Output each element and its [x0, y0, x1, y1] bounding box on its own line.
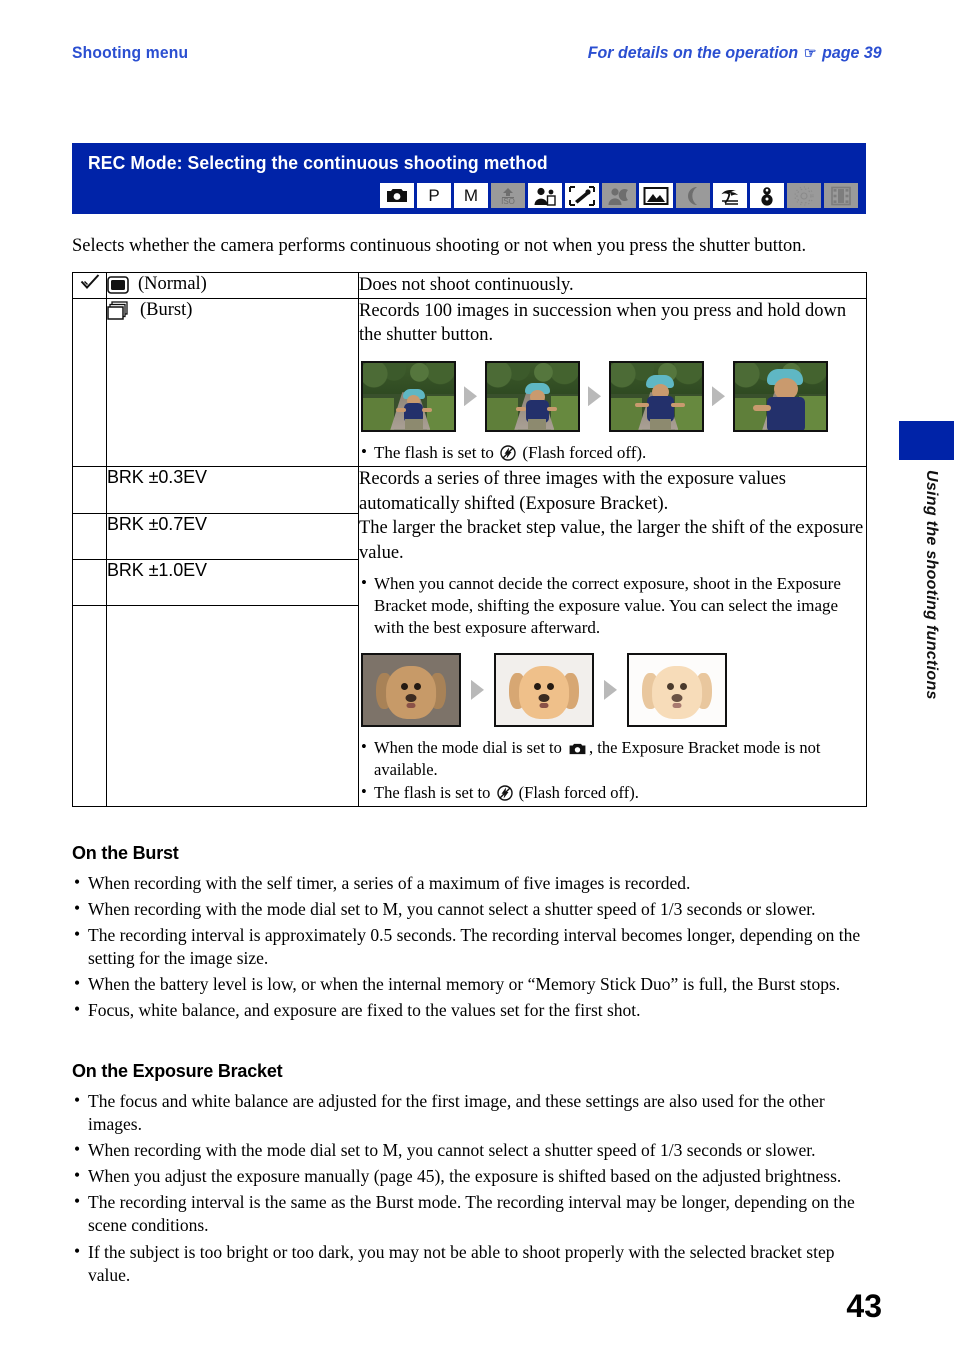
bracket-desc-line-1: Records a series of three images with th… — [359, 469, 786, 514]
program-p-label: P — [428, 186, 440, 205]
running-head-left: Shooting menu — [72, 43, 189, 62]
twilight-icon — [676, 183, 710, 208]
check-cell-empty-filler — [72, 605, 107, 808]
on-the-exposure-bracket-heading: On the Exposure Bracket — [72, 1061, 283, 1081]
section-banner: REC Mode: Selecting the continuous shoot… — [72, 143, 866, 214]
photo-dog-overexposed — [627, 652, 727, 727]
burst-flash-note: The flash is set to (Flash forced off). — [359, 441, 866, 464]
list-item: When recording with the self timer, a se… — [72, 871, 872, 895]
table-row: (Burst) Records 100 images in succession… — [72, 297, 867, 468]
arrow-icon — [588, 386, 601, 407]
check-cell-empty-brk07 — [72, 512, 107, 560]
on-the-burst-heading: On the Burst — [72, 843, 179, 863]
single-frame-icon — [107, 275, 129, 294]
bracket-bullet-top-1: When you cannot decide the correct expos… — [359, 572, 866, 640]
burst-frames-icon — [107, 301, 131, 320]
option-desc-normal: Does not shoot continuously. — [359, 275, 574, 295]
manual-m-icon: M — [454, 183, 488, 208]
photo-child-running-near — [609, 360, 704, 432]
table-row: (Normal) Does not shoot continuously. — [72, 272, 867, 299]
photo-child-running-far — [361, 360, 456, 432]
running-head: Shooting menu For details on the operati… — [72, 38, 882, 68]
svg-text:ISO: ISO — [501, 197, 515, 206]
bracket-desc-line-2: The larger the bracket step value, the l… — [359, 518, 864, 563]
pointing-hand-icon: ☞ — [804, 44, 817, 62]
check-cell-empty-brk03 — [72, 466, 107, 514]
option-label-cell-normal: (Normal) — [106, 272, 359, 299]
default-check-cell — [72, 272, 107, 299]
bracket-bullet-mode-dial: When the mode dial is set to , the Expos… — [359, 736, 866, 781]
intro-paragraph: Selects whether the camera performs cont… — [72, 236, 807, 256]
list-item: The focus and white balance are adjusted… — [72, 1089, 872, 1136]
list-item: When you adjust the exposure manually (p… — [72, 1164, 872, 1188]
burst-sequence-photos — [361, 360, 866, 432]
twilight-portrait-icon — [602, 183, 636, 208]
bracket-bullet-flash: The flash is set to (Flash forced off). — [359, 781, 866, 804]
movie-icon — [824, 183, 858, 208]
auto-camera-icon — [568, 742, 587, 756]
exposure-bracket-photos — [361, 652, 866, 727]
arrow-icon — [604, 679, 617, 700]
flash-off-icon — [500, 445, 516, 461]
running-head-right-text: For details on the operation — [588, 43, 799, 62]
bracket-bullets-top: When you cannot decide the correct expos… — [359, 572, 866, 640]
option-desc-cell-normal: Does not shoot continuously. — [358, 272, 867, 299]
option-label-burst: (Burst) — [140, 299, 193, 320]
list-item: If the subject is too bright or too dark… — [72, 1240, 872, 1287]
list-item: When recording with the mode dial set to… — [72, 1138, 872, 1162]
list-item: When the battery level is low, or when t… — [72, 972, 872, 996]
list-item: The recording interval is the same as th… — [72, 1190, 872, 1237]
list-item: When recording with the mode dial set to… — [72, 897, 872, 921]
section-title: REC Mode: Selecting the continuous shoot… — [88, 152, 548, 173]
list-item: Focus, white balance, and exposure are f… — [72, 998, 872, 1022]
running-head-right: For details on the operation ☞ page 39 — [588, 43, 882, 63]
option-desc-burst: Records 100 images in succession when yo… — [359, 300, 847, 346]
landscape-icon — [639, 183, 673, 208]
bracket-bullets-bottom: When the mode dial is set to , the Expos… — [359, 736, 866, 804]
check-cell-empty-brk10 — [72, 558, 107, 607]
auto-camera-icon — [380, 183, 414, 208]
arrow-icon — [712, 386, 725, 407]
option-label-brk-10: BRK ±1.0EV — [106, 558, 359, 607]
on-the-burst-list: When recording with the self timer, a se… — [72, 871, 872, 1026]
list-item: The recording interval is approximately … — [72, 923, 872, 970]
check-mark-icon — [80, 274, 99, 289]
table-row: BRK ±0.3EV Records a series of three ima… — [72, 466, 867, 808]
option-label-brk-07: BRK ±0.7EV — [106, 512, 359, 560]
high-sensitivity-iso-icon: ISO — [491, 183, 525, 208]
mode-icon-row: P M ISO — [380, 183, 858, 208]
beach-icon — [713, 183, 747, 208]
option-desc-cell-burst: Records 100 images in succession when yo… — [358, 297, 867, 468]
advanced-sports-shooting-icon — [565, 183, 599, 208]
option-desc-cell-bracket: Records a series of three images with th… — [358, 466, 867, 808]
option-label-cell-burst: (Burst) — [106, 297, 359, 468]
manual-m-label: M — [463, 186, 479, 205]
option-label-brk-03: BRK ±0.3EV — [106, 466, 359, 514]
side-tab-block — [899, 421, 954, 460]
photo-dog-normal-exposure — [494, 652, 594, 727]
program-p-icon: P — [417, 183, 451, 208]
check-cell-empty-burst — [72, 297, 107, 468]
photo-dog-underexposed — [361, 652, 461, 727]
label-cell-filler — [106, 605, 359, 808]
snow-icon — [750, 183, 784, 208]
rec-mode-options-table: (Normal) Does not shoot continuously. (B… — [72, 272, 867, 808]
page-number: 43 — [846, 1288, 882, 1324]
option-label-normal: (Normal) — [138, 274, 207, 294]
arrow-icon — [471, 679, 484, 700]
side-tab-label: Using the shooting functions — [923, 470, 940, 700]
burst-flash-note-list: The flash is set to (Flash forced off). — [359, 441, 866, 464]
fireworks-icon — [787, 183, 821, 208]
photo-child-running-closeup — [733, 360, 828, 432]
arrow-icon — [464, 386, 477, 407]
flash-off-icon — [496, 785, 513, 802]
on-the-exposure-bracket-list: The focus and white balance are adjusted… — [72, 1089, 872, 1290]
soft-snap-icon — [528, 183, 562, 208]
photo-child-running-mid — [485, 360, 580, 432]
running-head-page-ref: page 39 — [822, 43, 882, 62]
